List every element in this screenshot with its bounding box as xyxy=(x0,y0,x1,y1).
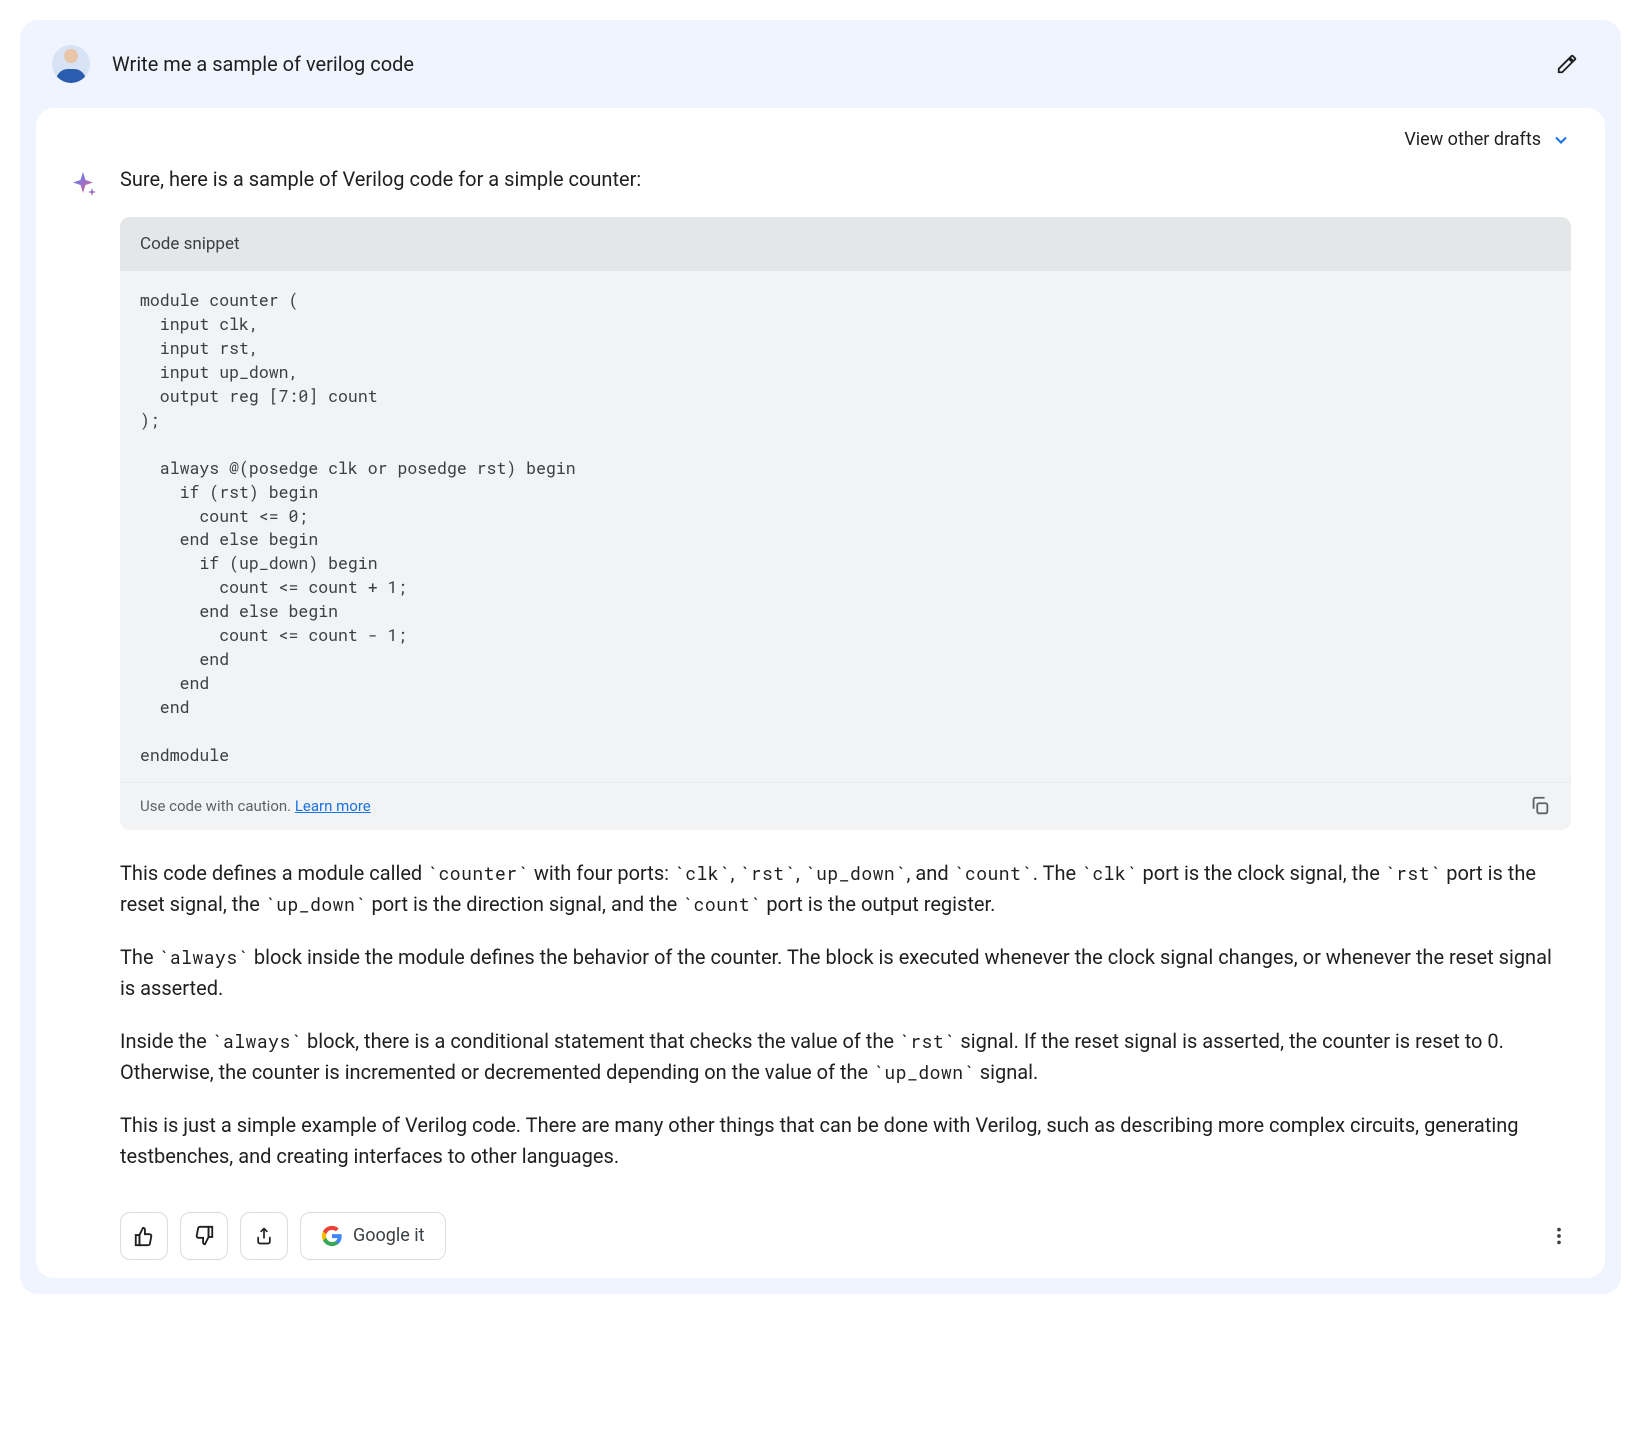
edit-prompt-button[interactable] xyxy=(1545,42,1589,86)
code-footer: Use code with caution. Learn more xyxy=(120,782,1571,830)
view-drafts-label: View other drafts xyxy=(1404,126,1541,154)
thumbs-up-button[interactable] xyxy=(120,1212,168,1260)
response-card: View other drafts xyxy=(36,108,1605,1278)
explanation: This code defines a module called `count… xyxy=(120,858,1571,1172)
code-content: module counter ( input clk, input rst, i… xyxy=(120,271,1571,781)
google-it-button[interactable]: Google it xyxy=(300,1212,446,1260)
more-vertical-icon xyxy=(1548,1225,1570,1247)
user-message-row: Write me a sample of verilog code xyxy=(20,20,1621,108)
code-block-header: Code snippet xyxy=(120,217,1571,271)
explanation-paragraph: This code defines a module called `count… xyxy=(120,858,1571,920)
user-avatar xyxy=(52,45,90,83)
share-icon xyxy=(254,1226,274,1246)
more-options-button[interactable] xyxy=(1537,1214,1581,1258)
google-it-label: Google it xyxy=(353,1222,425,1250)
pencil-icon xyxy=(1556,53,1578,75)
code-caution: Use code with caution. Learn more xyxy=(140,795,371,818)
user-prompt-text: Write me a sample of verilog code xyxy=(112,49,1523,80)
response-body: Sure, here is a sample of Verilog code f… xyxy=(36,164,1605,1194)
bard-sparkle-icon xyxy=(70,170,98,198)
share-button[interactable] xyxy=(240,1212,288,1260)
response-intro: Sure, here is a sample of Verilog code f… xyxy=(120,164,1571,195)
chevron-down-icon xyxy=(1551,130,1571,150)
copy-code-button[interactable] xyxy=(1529,795,1551,817)
learn-more-link[interactable]: Learn more xyxy=(295,797,371,815)
actions-row: Google it xyxy=(36,1194,1605,1260)
thumbs-down-button[interactable] xyxy=(180,1212,228,1260)
explanation-paragraph: Inside the `always` block, there is a co… xyxy=(120,1026,1571,1088)
explanation-paragraph: This is just a simple example of Verilog… xyxy=(120,1110,1571,1172)
copy-icon xyxy=(1529,795,1551,817)
thumbs-up-icon xyxy=(133,1225,155,1247)
code-block: Code snippet module counter ( input clk,… xyxy=(120,217,1571,830)
view-drafts-button[interactable]: View other drafts xyxy=(36,108,1605,164)
chat-container: Write me a sample of verilog code View o… xyxy=(20,20,1621,1294)
explanation-paragraph: The `always` block inside the module def… xyxy=(120,942,1571,1004)
caution-text: Use code with caution. xyxy=(140,797,295,815)
thumbs-down-icon xyxy=(193,1225,215,1247)
google-logo-icon xyxy=(321,1225,343,1247)
response-content: Sure, here is a sample of Verilog code f… xyxy=(120,164,1571,1194)
